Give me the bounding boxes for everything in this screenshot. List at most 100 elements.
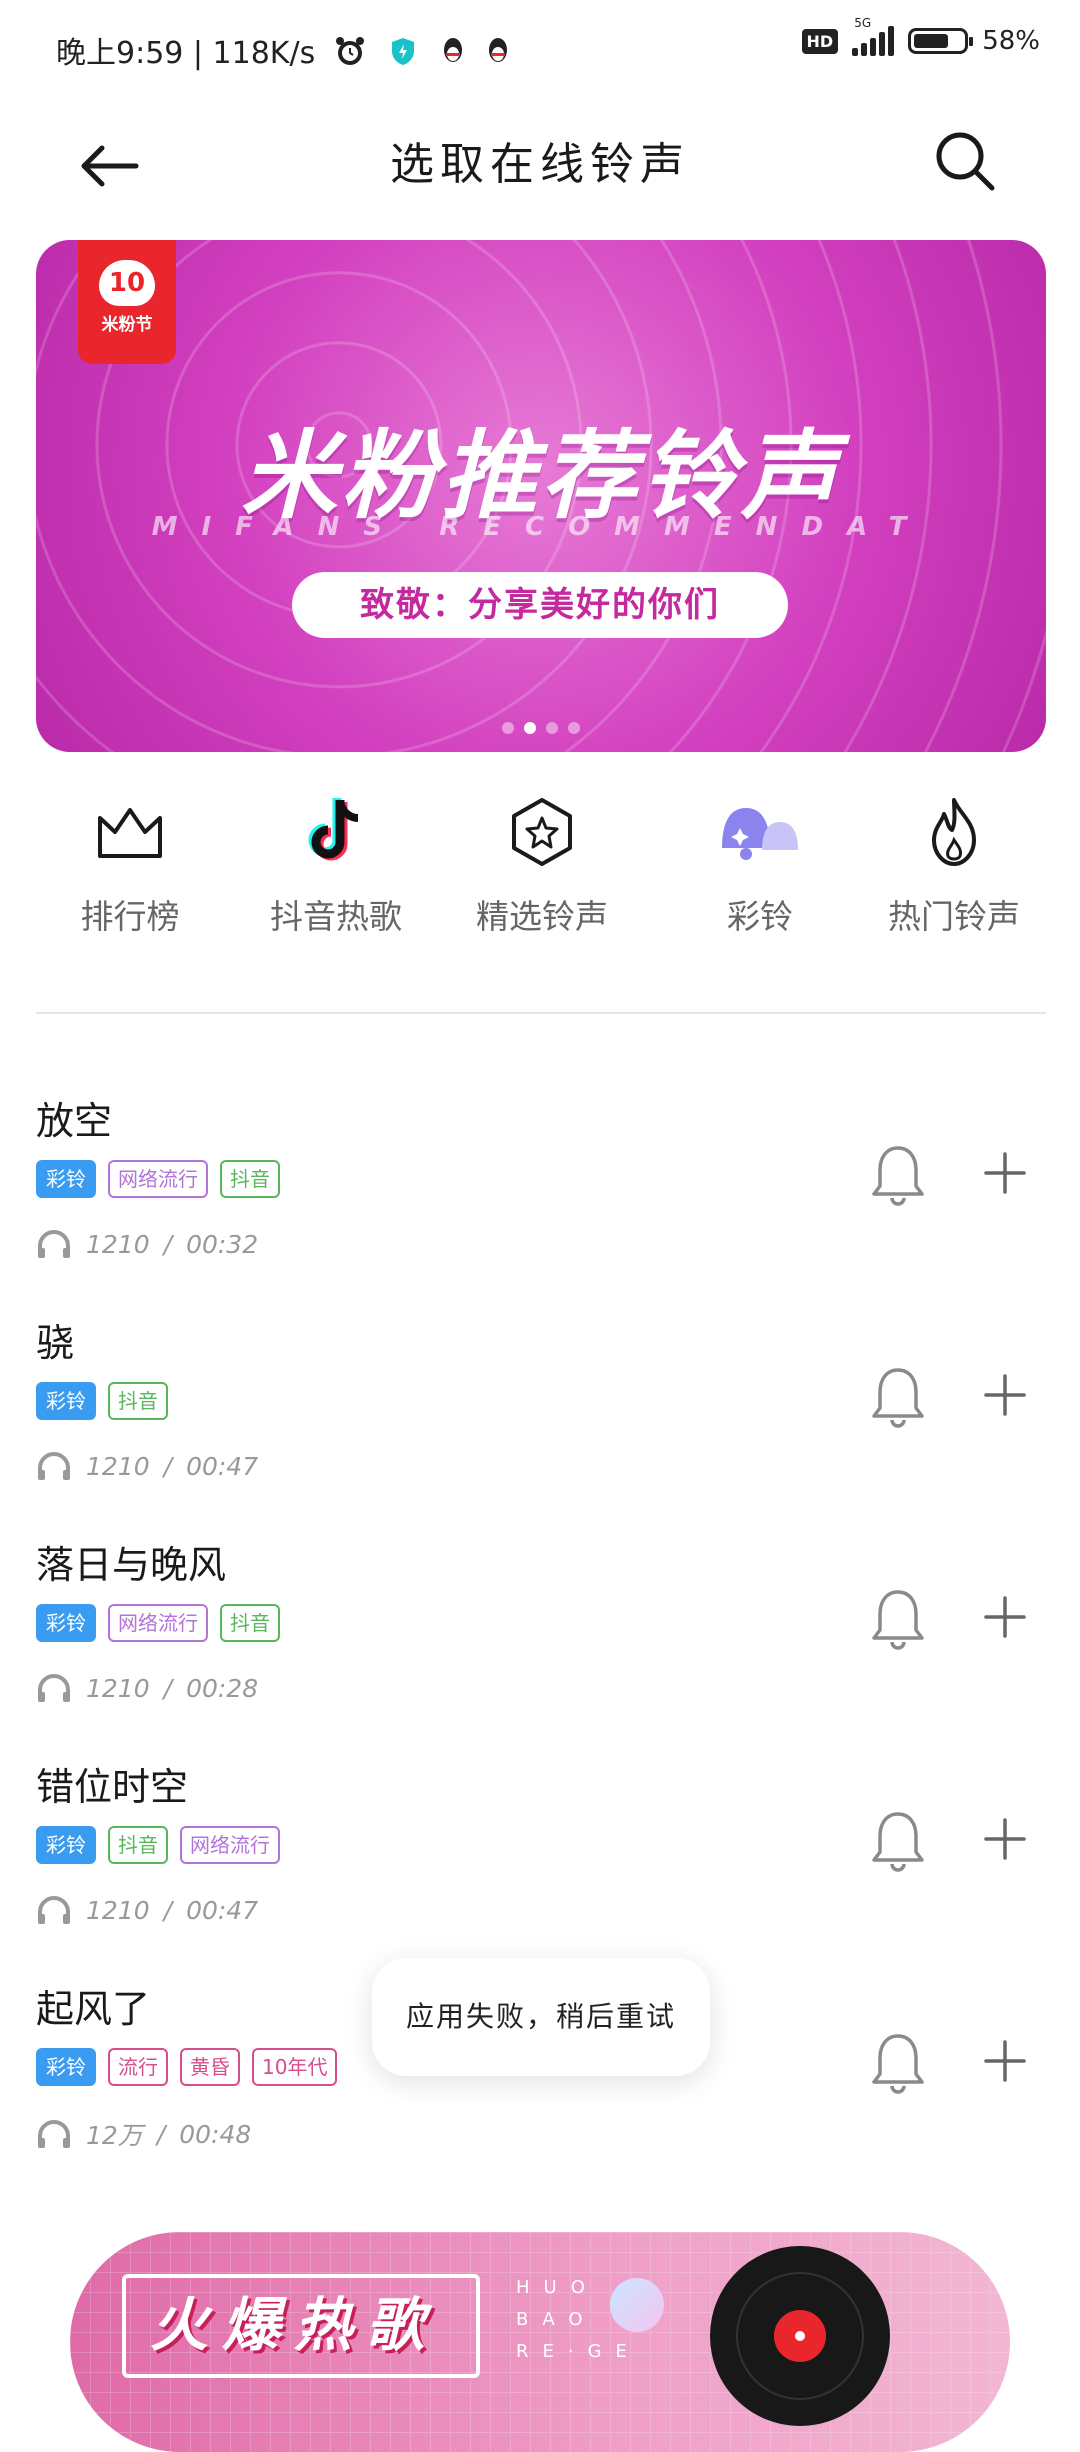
ringtone-tag: 网络流行	[108, 1604, 208, 1642]
bell-icon	[872, 1590, 924, 1650]
battery-percent: 58%	[982, 26, 1040, 56]
meta-separator: /	[163, 1451, 173, 1481]
ringtone-tag: 彩铃	[36, 2048, 96, 2086]
ringtone-meta: 1210 / 00:47	[36, 1894, 258, 1926]
qq-icon	[440, 36, 466, 74]
status-time: 晚上9:59 | 118K/s	[56, 28, 511, 76]
tiktok-icon	[296, 792, 376, 872]
ringtone-meta: 12万 / 00:48	[36, 2116, 251, 2152]
duration: 00:47	[186, 1895, 259, 1925]
play-count: 1210	[86, 1673, 150, 1703]
ringtone-tag: 彩铃	[36, 1382, 96, 1420]
ringtone-tags: 彩铃 抖音	[36, 1382, 168, 1420]
carousel-dot	[568, 722, 580, 734]
category-label: 精选铃声	[476, 897, 608, 936]
category-ranking[interactable]: 排行榜	[40, 792, 220, 952]
bell-icon	[872, 1812, 924, 1872]
set-ringtone-button[interactable]	[868, 1586, 928, 1654]
crown-icon	[90, 792, 170, 872]
hd-badge: HD	[801, 28, 839, 54]
badge-number: 10	[99, 260, 155, 306]
carousel-dot	[546, 722, 558, 734]
set-ringtone-button[interactable]	[868, 2030, 928, 2098]
ringtone-tags: 彩铃 流行 黄昏 10年代	[36, 2048, 338, 2086]
ringtone-name: 起风了	[36, 1987, 151, 2031]
promo-title: 火爆热歌	[150, 2291, 439, 2359]
ringtone-item[interactable]: 错位时空 彩铃 抖音 网络流行 1210 / 00:47	[36, 1756, 1046, 1978]
bells-icon	[710, 792, 810, 872]
play-count: 1210	[86, 1229, 150, 1259]
category-featured[interactable]: 精选铃声	[452, 792, 632, 952]
vinyl-record-icon	[710, 2246, 890, 2426]
headphones-icon	[38, 1452, 70, 1480]
category-douyin[interactable]: 抖音热歌	[246, 792, 426, 952]
promo-pinyin-3: RE·GE	[516, 2341, 641, 2362]
meta-separator: /	[163, 1895, 173, 1925]
ringtone-meta: 1210 / 00:47	[36, 1450, 258, 1482]
ringtone-tag: 抖音	[108, 1382, 168, 1420]
meta-separator: /	[163, 1673, 173, 1703]
search-button[interactable]	[928, 124, 1002, 198]
ringtone-tag: 流行	[108, 2048, 168, 2086]
ringtone-tag: 网络流行	[180, 1826, 280, 1864]
set-ringtone-button[interactable]	[868, 1142, 928, 1210]
set-ringtone-button[interactable]	[868, 1364, 928, 1432]
play-count: 1210	[86, 1451, 150, 1481]
ringtone-tag: 网络流行	[108, 1160, 208, 1198]
banner-pill: 致敬：分享美好的你们	[292, 572, 788, 638]
meta-separator: /	[163, 1229, 173, 1259]
set-ringtone-button[interactable]	[868, 1808, 928, 1876]
ringtone-tag: 抖音	[108, 1826, 168, 1864]
flame-icon	[914, 792, 994, 872]
category-label: 热门铃声	[888, 897, 1020, 936]
headphones-icon	[38, 1230, 70, 1258]
ringtone-tag: 抖音	[220, 1160, 280, 1198]
plus-icon	[984, 1818, 1026, 1860]
carousel-dots	[36, 722, 1046, 734]
ringtone-tag: 彩铃	[36, 1160, 96, 1198]
add-ringtone-button[interactable]	[980, 1814, 1030, 1864]
moon-graphic	[610, 2278, 664, 2332]
add-ringtone-button[interactable]	[980, 1370, 1030, 1420]
ringtone-item[interactable]: 落日与晚风 彩铃 网络流行 抖音 1210 / 00:28	[36, 1534, 1046, 1756]
ringtone-tags: 彩铃 抖音 网络流行	[36, 1826, 280, 1864]
duration: 00:28	[186, 1673, 259, 1703]
category-caling[interactable]: 彩铃	[670, 792, 850, 952]
ringtone-item[interactable]: 放空 彩铃 网络流行 抖音 1210 / 00:32	[36, 1090, 1046, 1312]
add-ringtone-button[interactable]	[980, 1148, 1030, 1198]
plus-icon	[984, 1374, 1026, 1416]
hot-songs-promo-banner[interactable]: 火爆热歌 HUO BAO RE·GE	[70, 2232, 1010, 2452]
duration: 00:32	[186, 1229, 259, 1259]
category-label: 抖音热歌	[270, 897, 402, 936]
ringtone-tag: 彩铃	[36, 1604, 96, 1642]
badge-text: 米粉节	[101, 315, 153, 335]
ringtone-tag: 黄昏	[180, 2048, 240, 2086]
ringtone-tag: 抖音	[220, 1604, 280, 1642]
meta-separator: /	[156, 2119, 166, 2149]
plus-icon	[984, 1596, 1026, 1638]
category-label: 彩铃	[727, 897, 793, 936]
banner-carousel[interactable]: 米粉推荐铃声 MIFANS RECOMMENDAT 致敬：分享美好的你们	[36, 240, 1046, 752]
add-ringtone-button[interactable]	[980, 2036, 1030, 2086]
headphones-icon	[38, 1674, 70, 1702]
status-bar: 晚上9:59 | 118K/s HD 5G 58%	[0, 0, 1080, 96]
ringtone-item[interactable]: 骁彩铃 抖音 1210 / 00:47	[36, 1312, 1046, 1534]
duration: 00:47	[186, 1451, 259, 1481]
shield-icon	[390, 36, 416, 74]
category-hot[interactable]: 热门铃声	[864, 792, 1044, 952]
mifan-festival-badge: 10 米粉节	[78, 240, 176, 364]
add-ringtone-button[interactable]	[980, 1592, 1030, 1642]
ringtone-name: 骁	[36, 1321, 75, 1365]
toast-message: 应用失败，稍后重试	[372, 1958, 710, 2076]
ringtone-tags: 彩铃 网络流行 抖音	[36, 1604, 280, 1642]
carousel-dot	[502, 722, 514, 734]
ringtone-meta: 1210 / 00:28	[36, 1672, 258, 1704]
signal-icon: 5G	[852, 16, 895, 56]
plus-icon	[984, 2040, 1026, 2082]
ringtone-tag: 10年代	[252, 2048, 338, 2086]
bell-icon	[872, 1368, 924, 1428]
duration: 00:48	[179, 2119, 252, 2149]
qq-icon-2	[485, 36, 511, 74]
section-divider	[36, 1012, 1046, 1014]
ringtone-tag: 彩铃	[36, 1826, 96, 1864]
